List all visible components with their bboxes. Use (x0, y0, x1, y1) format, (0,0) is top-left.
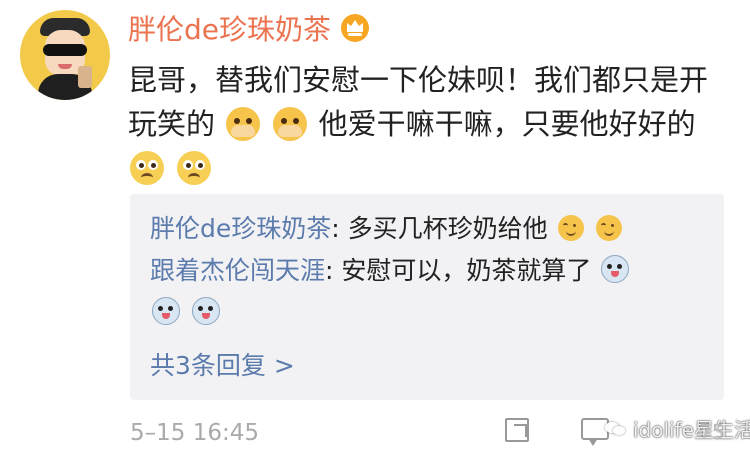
avatar-glasses (43, 44, 87, 56)
reply-separator: : (331, 214, 348, 243)
reply-row-continuation (150, 292, 704, 334)
pleading-emoji-pupils (139, 163, 144, 168)
pleading-emoji-icon (177, 151, 212, 185)
smile-emoji-icon (557, 215, 584, 241)
husky-emoji-icon (152, 297, 180, 325)
vip-crown-icon (341, 14, 370, 42)
smile-emoji-icon (595, 215, 622, 241)
author-name[interactable]: 胖伦de珍珠奶茶 (128, 8, 331, 48)
reply-author-name[interactable]: 胖伦de珍珠奶茶 (150, 214, 331, 243)
shy-emoji-icon (273, 107, 308, 141)
watermark: idolife星生活 (605, 414, 750, 443)
timestamp: 5–15 16:45 (130, 420, 259, 446)
comment-text-part-2: 他爱干嘛干嘛，只要他好好的 (318, 107, 696, 141)
share-icon[interactable] (505, 418, 529, 442)
reply-separator: : (325, 256, 342, 285)
shy-emoji-icon (226, 107, 261, 141)
reply-row[interactable]: 胖伦de珍珠奶茶: 多买几杯珍奶给他 (150, 208, 704, 250)
user-avatar[interactable] (20, 10, 110, 100)
comment-body: 昆哥，替我们安慰一下伦妹呗！我们都只是开玩笑的 他爱干嘛干嘛，只要他好好的 (128, 58, 716, 190)
pleading-emoji-icon (130, 151, 164, 185)
view-all-replies-link[interactable]: 共3条回复 > (150, 346, 704, 382)
reply-text: 多买几杯珍奶给他 (347, 214, 548, 243)
watermark-text: idolife星生活 (633, 418, 750, 442)
reply-author-name[interactable]: 跟着杰伦闯天涯 (150, 256, 325, 285)
husky-emoji-icon (601, 255, 630, 283)
author-name-row[interactable]: 胖伦de珍珠奶茶 (128, 8, 370, 48)
comment-count: 75 (699, 420, 725, 444)
reply-text: 安慰可以，奶茶就算了 (341, 256, 592, 285)
avatar-cup (78, 66, 92, 88)
pleading-emoji-pupils (186, 163, 192, 168)
wechat-icon (605, 420, 627, 438)
reply-panel[interactable]: 胖伦de珍珠奶茶: 多买几杯珍奶给他 跟着杰伦闯天涯: 安慰可以，奶茶就算了 共… (130, 194, 724, 400)
husky-emoji-icon (191, 297, 220, 325)
reply-row[interactable]: 跟着杰伦闯天涯: 安慰可以，奶茶就算了 (150, 250, 704, 292)
